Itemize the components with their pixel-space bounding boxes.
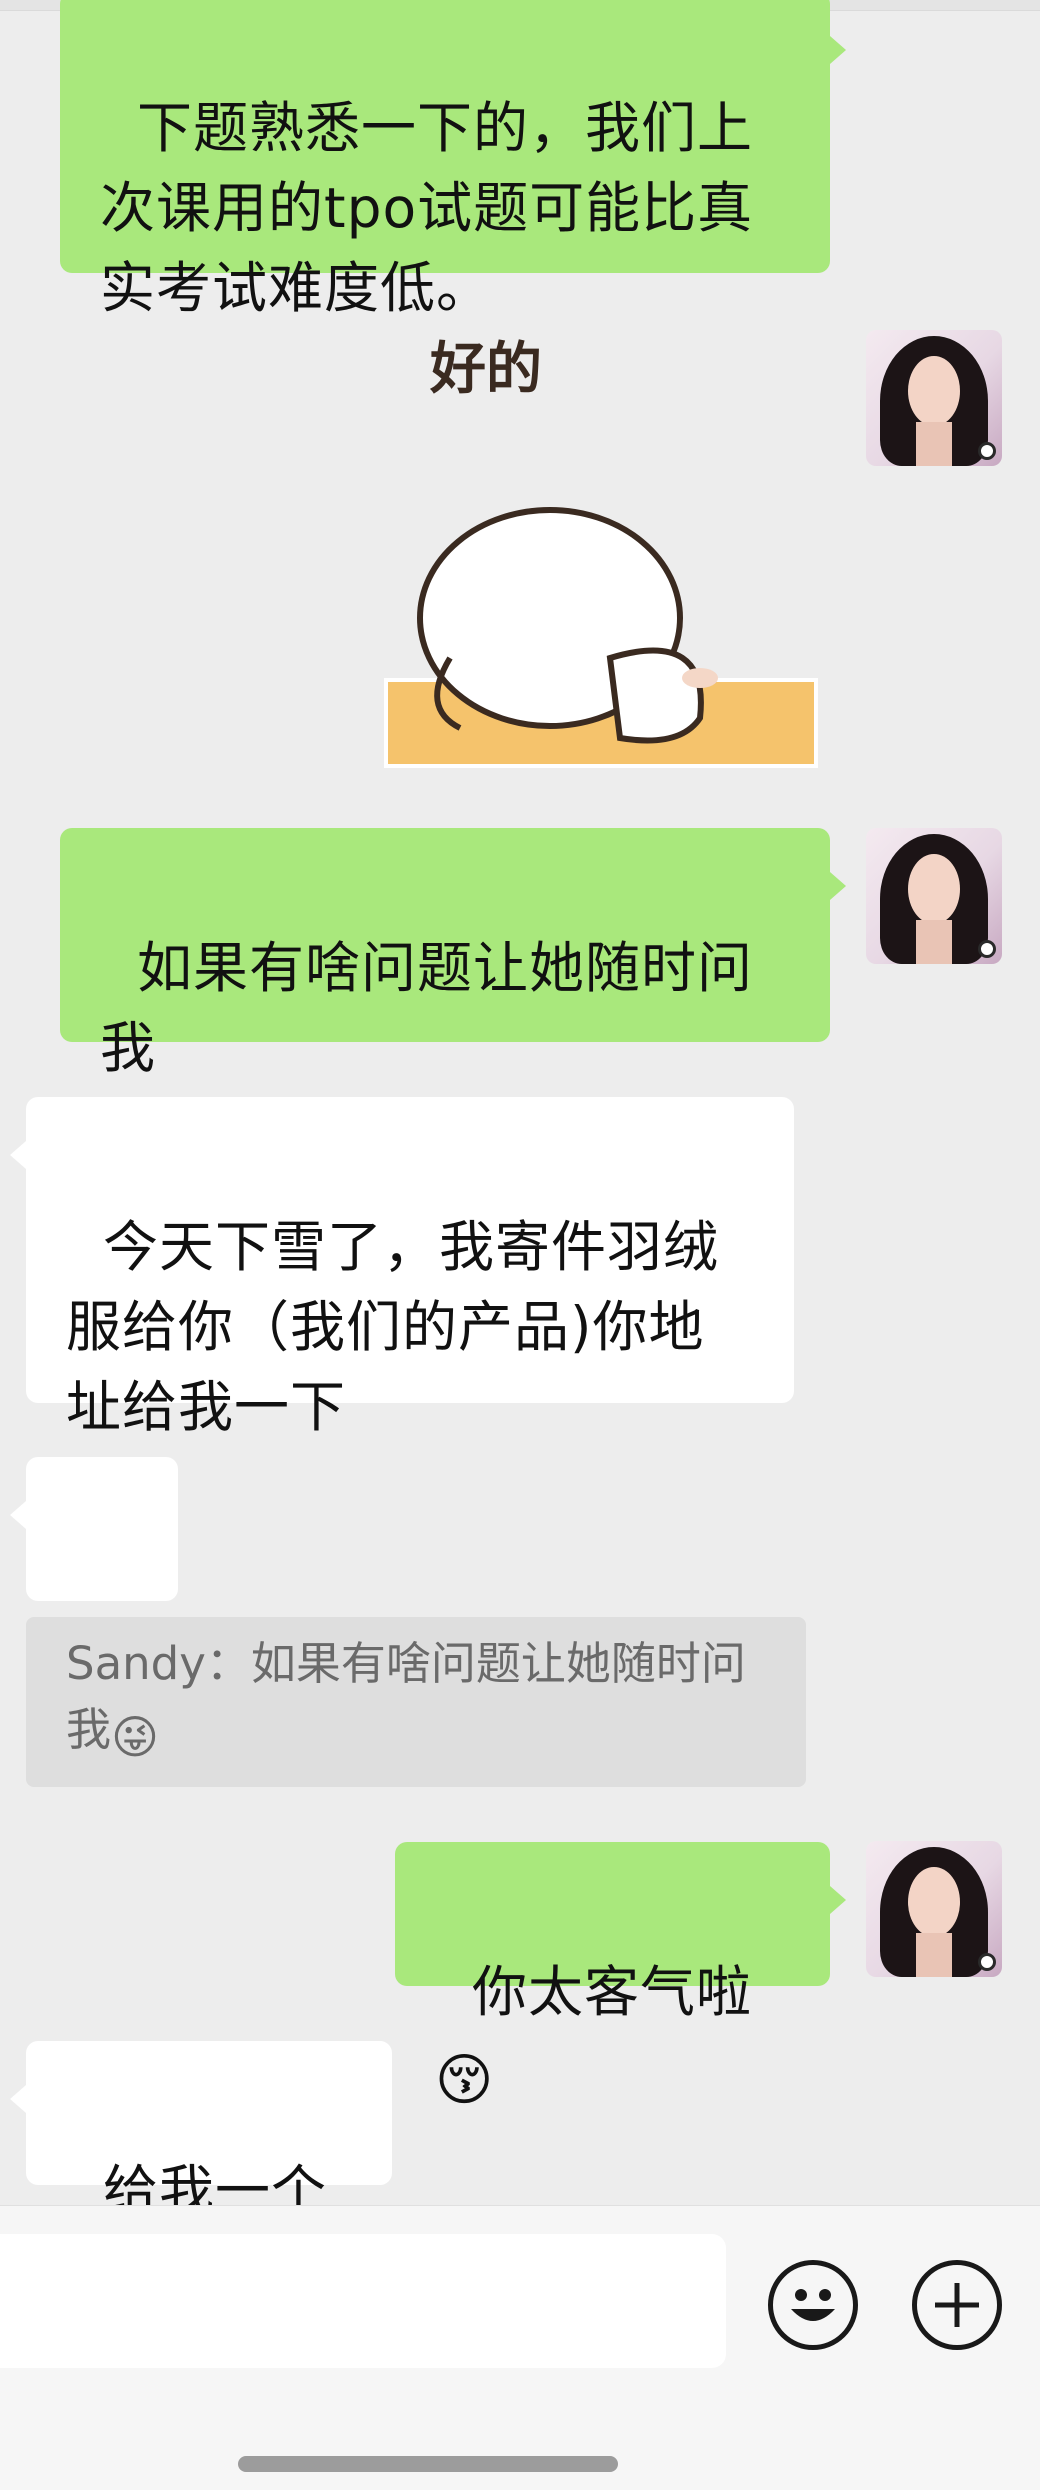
avatar-self[interactable]: [866, 330, 1002, 466]
sticker-bun-image: 好的: [384, 337, 818, 768]
quoted-message[interactable]: Sandy：如果有啥问题让她随时问我😜: [26, 1617, 806, 1787]
message-bubble-outgoing[interactable]: 你太客气啦 😚: [395, 1842, 846, 2111]
message-text: 下题熟悉一下的，我们上次课用的tpo试题可能比真实考试难度低。: [100, 96, 754, 320]
message-bubble-outgoing[interactable]: 如果有啥问题让她随时问我 😜: [60, 828, 846, 1247]
smiley-face-icon[interactable]: [768, 2260, 858, 2350]
message-input[interactable]: [0, 2234, 726, 2368]
message-bubble-incoming[interactable]: 给我一个哦: [10, 2041, 392, 2303]
plus-circle-icon[interactable]: [912, 2260, 1002, 2350]
avatar-self[interactable]: [866, 1841, 1002, 1977]
message-bubble-incoming[interactable]: 今天下雪了，我寄件羽绒服给你（我们的产品)你地址给我一下: [10, 1097, 794, 1439]
input-bar: [0, 2205, 1040, 2490]
home-indicator[interactable]: [238, 2456, 618, 2472]
message-bubble-incoming[interactable]: 好: [10, 1457, 178, 1721]
message-text: 你太客气啦: [471, 1960, 752, 2024]
sticker-text: 好的: [429, 337, 542, 402]
kissing-face-emoji-icon: 😚: [435, 2048, 495, 2113]
sticker[interactable]: 好的: [380, 328, 830, 774]
message-text: 如果有啥问题让她随时问我: [100, 936, 753, 1080]
winking-tongue-emoji-icon: 😜: [111, 1710, 159, 1764]
quote-sender: Sandy: [66, 1637, 206, 1690]
message-text: 今天下雪了，我寄件羽绒服给你（我们的产品)你地址给我一下: [66, 1215, 719, 1439]
avatar-self[interactable]: [866, 828, 1002, 964]
message-bubble-outgoing[interactable]: 下题熟悉一下的，我们上次课用的tpo试题可能比真实考试难度低。: [60, 0, 846, 320]
quote-separator: ：: [205, 1637, 251, 1690]
